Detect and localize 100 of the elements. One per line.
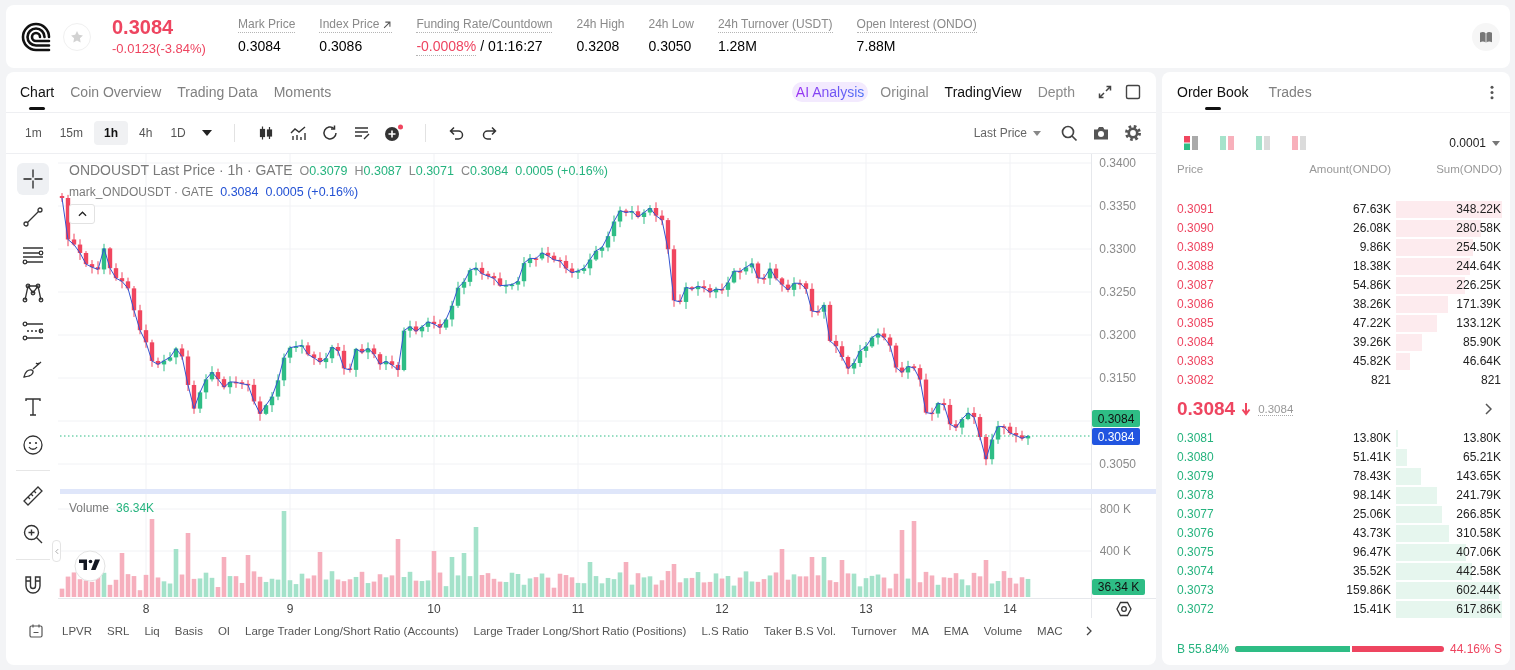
- guide-button[interactable]: [1472, 22, 1500, 51]
- price-axis-label: 0.3150: [1099, 371, 1136, 385]
- stat-label: Funding Rate/Countdown: [416, 17, 553, 33]
- ask-price: 0.3087: [1177, 278, 1215, 292]
- indicator-item[interactable]: Liq: [144, 625, 160, 637]
- ask-price: 0.3091: [1177, 202, 1215, 216]
- indicator-item[interactable]: MA: [911, 625, 929, 637]
- bid-price: 0.3072: [1177, 602, 1215, 616]
- indicator-item[interactable]: L.S Ratio: [701, 625, 749, 637]
- text-tool-icon: [22, 396, 44, 418]
- chart-tab[interactable]: Trading Data: [177, 72, 266, 112]
- mark-change: 0.0005 (+0.16%): [265, 185, 359, 199]
- bid-total: 241.79K: [1456, 488, 1502, 502]
- stat-link[interactable]: Index Price: [319, 17, 393, 33]
- ask-total: 348.22K: [1456, 202, 1502, 216]
- camera-icon: [1092, 124, 1110, 142]
- indicator-item[interactable]: Turnover: [851, 625, 897, 637]
- indicator-item[interactable]: OI: [217, 625, 231, 637]
- interval-button[interactable]: 4h: [132, 121, 160, 145]
- time-axis-label: 11: [571, 602, 585, 616]
- chart-view-tab[interactable]: Original: [880, 84, 929, 100]
- parallel-lines-icon: [22, 244, 44, 266]
- ask-amount: 821: [1369, 373, 1391, 387]
- smiley-icon: [22, 434, 44, 456]
- ohlc-value: L0.3071: [408, 164, 454, 178]
- stat-value: 0.3086: [319, 38, 363, 55]
- time-axis-label: 10: [427, 602, 441, 616]
- ruler-icon: [22, 485, 44, 507]
- ask-price: 0.3085: [1177, 316, 1215, 330]
- ask-amount: 18.38K: [1351, 259, 1391, 273]
- arrow-up-right-icon: [382, 19, 393, 30]
- ask-total: 280.58K: [1456, 221, 1502, 235]
- order-book-tab[interactable]: Order Book: [1177, 72, 1257, 112]
- ohlc-value: H0.3087: [354, 164, 402, 178]
- chart-tab[interactable]: Coin Overview: [70, 72, 170, 112]
- precision-dropdown[interactable]: 0.0001: [1449, 136, 1502, 150]
- toolbar-toggle-button[interactable]: [52, 540, 61, 562]
- list-pen-icon: [352, 124, 371, 142]
- indicator-item[interactable]: Large Trader Long/Short Ratio (Positions): [473, 625, 687, 637]
- concentric-rings-logo-icon: [20, 20, 52, 53]
- undo-icon: [447, 124, 466, 142]
- stat-value: 7.88M: [856, 38, 896, 55]
- indicator-item[interactable]: LPVR: [62, 625, 93, 637]
- indicator-item[interactable]: EMA: [943, 625, 969, 637]
- chart-symbol-title: ONDOUSDT Last Price · 1h · GATE: [69, 162, 293, 178]
- indicator-item[interactable]: Taker B.S Vol.: [763, 625, 836, 637]
- bid-amount: 15.41K: [1351, 602, 1391, 616]
- indicator-item[interactable]: Large Trader Long/Short Ratio (Accounts): [245, 625, 459, 637]
- price-source-dropdown[interactable]: Last Price: [973, 126, 1041, 140]
- ask-total: 46.64K: [1462, 354, 1502, 368]
- indicator-item[interactable]: MAC: [1037, 625, 1063, 637]
- interval-button[interactable]: 1m: [18, 121, 49, 145]
- calendar-minus-icon: [28, 623, 44, 639]
- ask-total: 85.90K: [1462, 335, 1502, 349]
- order-book-last-price: 0.3084: [1177, 398, 1236, 420]
- price-axis-label: 0.3200: [1099, 328, 1136, 342]
- chart-tab[interactable]: Moments: [273, 72, 340, 112]
- plus-circle-icon: [383, 124, 404, 142]
- interval-button[interactable]: 15m: [52, 121, 90, 145]
- bid-amount: 96.47K: [1351, 545, 1391, 559]
- ask-total: 226.25K: [1456, 278, 1502, 292]
- volume-axis-label: 800 K: [1099, 502, 1131, 516]
- stat-label: Open Interest (ONDO): [856, 17, 977, 33]
- ask-price: 0.3086: [1177, 297, 1215, 311]
- caret-down-icon: [1033, 130, 1041, 136]
- time-axis-label: 12: [715, 602, 729, 616]
- column-header: Amount(ONDO): [1308, 163, 1391, 175]
- chart-tab[interactable]: Chart: [20, 72, 63, 112]
- hexagon-settings-icon[interactable]: [1116, 601, 1132, 617]
- mark-value: 0.3084: [220, 185, 259, 199]
- stat-label: 24h Turnover (USDT): [717, 17, 833, 33]
- zigzag-pattern-icon: [22, 282, 44, 304]
- price-axis-label: 0.3050: [1099, 457, 1136, 471]
- indicator-item[interactable]: Volume: [983, 625, 1023, 637]
- column-header: Sum(ONDO): [1435, 163, 1502, 175]
- bid-depth-bar: [1396, 524, 1450, 542]
- order-book-mark-price: 0.3084: [1258, 402, 1294, 416]
- bid-total: 266.85K: [1456, 507, 1502, 521]
- bid-total: 407.06K: [1456, 545, 1502, 559]
- trend-line-icon: [22, 206, 44, 228]
- stat-label: 24h Low: [648, 17, 694, 33]
- ask-total: 171.39K: [1456, 297, 1502, 311]
- ask-amount: 38.26K: [1351, 297, 1391, 311]
- ai-analysis-tab[interactable]: AI Analysis: [791, 82, 869, 102]
- bid-total: 617.86K: [1456, 602, 1502, 616]
- bid-total: 602.44K: [1456, 583, 1502, 597]
- mark-series-title: mark_ONDOUSDT · GATE: [69, 185, 214, 199]
- volume-badge: 36.34 K: [1092, 579, 1145, 595]
- ask-total: 254.50K: [1456, 240, 1502, 254]
- fibonacci-lines-icon: [22, 320, 44, 342]
- indicator-item[interactable]: Basis: [174, 625, 203, 637]
- mark-price-badge: 0.3084: [1092, 428, 1140, 445]
- chart-view-tab[interactable]: TradingView: [944, 84, 1022, 100]
- indicator-item[interactable]: SRL: [107, 625, 130, 637]
- order-book-tab[interactable]: Trades: [1268, 72, 1320, 112]
- funding-rate-value: -0.0008%: [416, 38, 477, 56]
- drawing-tool-button[interactable]: [17, 163, 49, 195]
- interval-button[interactable]: 1h: [94, 121, 129, 145]
- collapse-legend-button[interactable]: [69, 204, 95, 224]
- interval-button[interactable]: 1D: [163, 121, 193, 145]
